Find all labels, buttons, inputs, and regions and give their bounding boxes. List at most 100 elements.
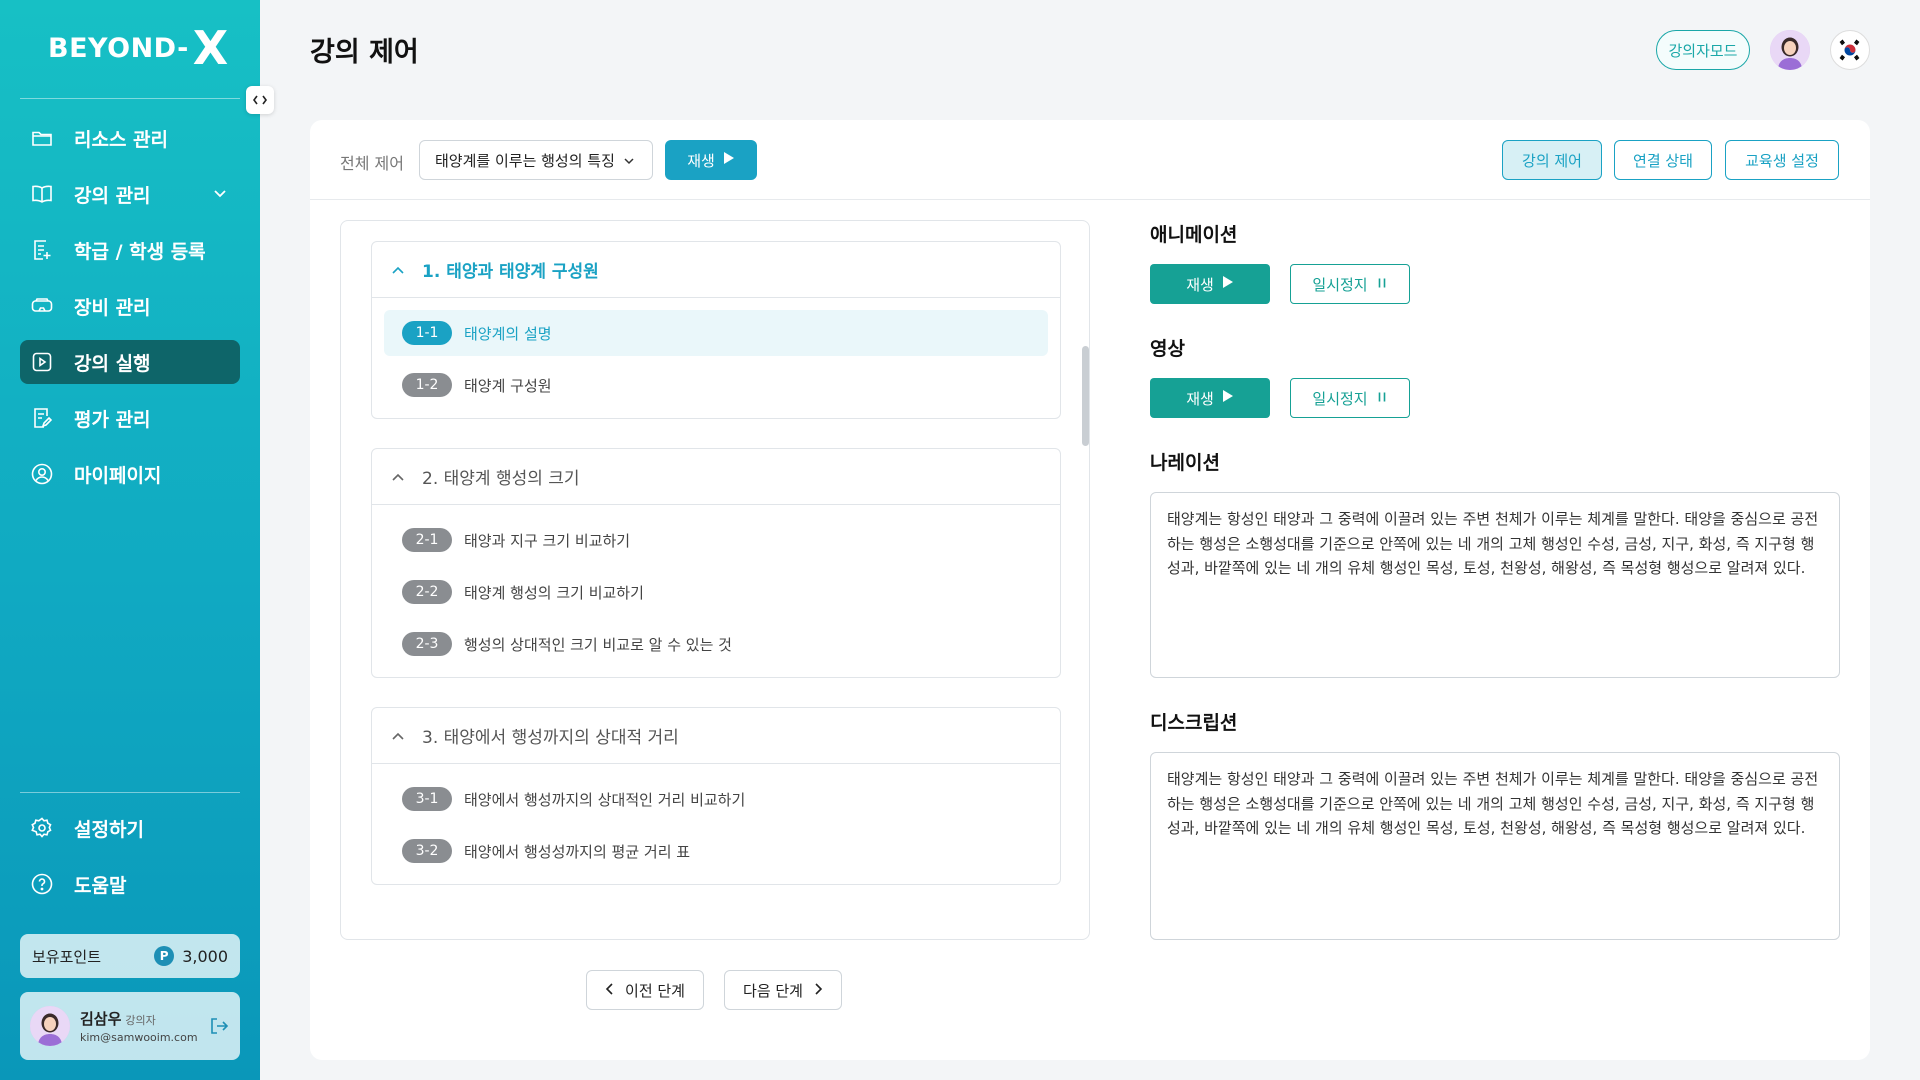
chevron-left-icon	[605, 981, 613, 999]
tab-trainee-settings[interactable]: 교육생 설정	[1725, 140, 1839, 180]
sidebar-divider	[20, 792, 240, 793]
play-all-label: 재생	[687, 151, 715, 170]
user-role: 강의자	[125, 1014, 156, 1027]
sidebar-item-resources[interactable]: 리소스 관리	[20, 116, 240, 160]
sidebar-item-equipment[interactable]: 장비 관리	[20, 284, 240, 328]
play-square-icon	[29, 349, 55, 375]
lesson-label: 태양계의 설명	[464, 324, 552, 343]
lesson-item[interactable]: 3-1 태양에서 행성까지의 상대적인 거리 비교하기	[384, 776, 1048, 822]
lesson-label: 태양에서 행성까지의 상대적인 거리 비교하기	[464, 790, 746, 809]
play-icon	[1222, 389, 1234, 407]
register-doc-icon	[29, 237, 55, 263]
code-arrows-icon	[253, 95, 267, 105]
sidebar-item-label: 도움말	[74, 874, 127, 897]
points-icon: P	[154, 946, 175, 966]
lesson-item[interactable]: 2-3 행성의 상대적인 크기 비교로 알 수 있는 것	[384, 621, 1048, 667]
next-step-button[interactable]: 다음 단계	[724, 970, 842, 1010]
chapter-header[interactable]: 1. 태양과 태양계 구성원	[372, 242, 1060, 298]
chevron-up-icon	[392, 470, 404, 484]
chapter-3: 3. 태양에서 행성까지의 상대적 거리 3-1 태양에서 행성까지의 상대적인…	[371, 707, 1061, 885]
logout-icon[interactable]	[208, 1015, 230, 1037]
animation-title: 애니메이션	[1150, 224, 1238, 246]
lesson-item[interactable]: 1-2 태양계 구성원	[384, 362, 1048, 408]
sidebar-item-settings[interactable]: 설정하기	[20, 806, 240, 850]
sidebar-item-label: 평가 관리	[74, 408, 151, 431]
sidebar-item-mypage[interactable]: 마이페이지	[20, 452, 240, 496]
video-play-label: 재생	[1186, 389, 1214, 408]
curriculum-scrollbar[interactable]	[1082, 346, 1089, 446]
lesson-label: 태양계 행성의 크기 비교하기	[464, 583, 644, 602]
video-play-button[interactable]: 재생	[1150, 378, 1270, 418]
control-label: 전체 제어	[340, 154, 404, 173]
play-all-button[interactable]: 재생	[665, 140, 757, 180]
lesson-label: 태양계 구성원	[464, 376, 552, 395]
pause-icon	[1376, 275, 1388, 293]
chevron-up-icon	[392, 263, 404, 277]
animation-pause-button[interactable]: 일시정지	[1290, 264, 1410, 304]
lesson-item[interactable]: 2-1 태양과 지구 크기 비교하기	[384, 517, 1048, 563]
lesson-number: 1-1	[402, 321, 452, 345]
chevron-down-icon	[622, 154, 636, 172]
lesson-label: 태양과 지구 크기 비교하기	[464, 531, 631, 550]
chapter-header[interactable]: 3. 태양에서 행성까지의 상대적 거리	[372, 708, 1060, 764]
sidebar-item-label: 강의 실행	[74, 352, 151, 375]
chapter-2: 2. 태양계 행성의 크기 2-1 태양과 지구 크기 비교하기 2-2 태양계…	[371, 448, 1061, 678]
sidebar-nav: 리소스 관리 강의 관리 학급 / 학생 등록 장비 관리 강의 실행 평가 관…	[20, 116, 240, 508]
lesson-label: 행성의 상대적인 크기 비교로 알 수 있는 것	[464, 635, 732, 654]
sidebar-toggle-button[interactable]	[246, 86, 274, 114]
chevron-down-icon[interactable]	[212, 184, 228, 206]
animation-play-button[interactable]: 재생	[1150, 264, 1270, 304]
next-step-label: 다음 단계	[743, 981, 803, 1000]
help-icon	[29, 871, 55, 897]
tab-connection-status[interactable]: 연결 상태	[1614, 140, 1712, 180]
curriculum-panel: 1. 태양과 태양계 구성원 1-1 태양계의 설명 1-2 태양계 구성원 2…	[340, 220, 1090, 940]
sidebar-item-label: 설정하기	[74, 818, 144, 841]
logo-text: BEYOND-	[48, 32, 189, 64]
tab-course-control[interactable]: 강의 제어	[1502, 140, 1602, 180]
prev-step-button[interactable]: 이전 단계	[586, 970, 704, 1010]
narration-textbox[interactable]: 태양계는 항성인 태양과 그 중력에 이끌려 있는 주변 천체가 이루는 체계를…	[1150, 492, 1840, 678]
avatar	[30, 1006, 70, 1046]
main-card: 전체 제어 태양계를 이루는 행성의 특징 재생 강의 제어 연결 상태 교육생…	[310, 120, 1870, 1060]
sidebar-item-courses[interactable]: 강의 관리	[20, 172, 240, 216]
lesson-number: 2-1	[402, 528, 452, 552]
lesson-label: 태양에서 행성성까지의 평균 거리 표	[464, 842, 691, 861]
video-pause-button[interactable]: 일시정지	[1290, 378, 1410, 418]
user-circle-icon	[29, 461, 55, 487]
video-pause-label: 일시정지	[1312, 389, 1368, 408]
instructor-mode-button[interactable]: 강의자모드	[1656, 30, 1750, 70]
chapter-1: 1. 태양과 태양계 구성원 1-1 태양계의 설명 1-2 태양계 구성원	[371, 241, 1061, 419]
header-avatar[interactable]	[1770, 30, 1810, 70]
chapter-title: 2. 태양계 행성의 크기	[422, 469, 580, 489]
description-textbox[interactable]: 태양계는 항성인 태양과 그 중력에 이끌려 있는 주변 천체가 이루는 체계를…	[1150, 752, 1840, 940]
sidebar-item-course-run[interactable]: 강의 실행	[20, 340, 240, 384]
chapter-title: 3. 태양에서 행성까지의 상대적 거리	[422, 728, 679, 748]
vr-headset-icon	[29, 293, 55, 319]
chapter-header[interactable]: 2. 태양계 행성의 크기	[372, 449, 1060, 505]
play-icon	[1222, 275, 1234, 293]
lesson-item[interactable]: 1-1 태양계의 설명	[384, 310, 1048, 356]
sidebar-item-help[interactable]: 도움말	[20, 862, 240, 906]
page-title: 강의 제어	[310, 37, 419, 68]
language-flag-icon[interactable]	[1830, 30, 1870, 70]
pause-icon	[1376, 389, 1388, 407]
lesson-select[interactable]: 태양계를 이루는 행성의 특징	[419, 140, 653, 180]
sidebar-item-evaluation[interactable]: 평가 관리	[20, 396, 240, 440]
lesson-select-value: 태양계를 이루는 행성의 특징	[435, 151, 615, 170]
book-icon	[29, 181, 55, 207]
logo[interactable]: BEYOND- X	[48, 21, 229, 75]
narration-title: 나레이션	[1150, 452, 1220, 474]
animation-pause-label: 일시정지	[1312, 275, 1368, 294]
user-info: 김삼우 강의자 kim@samwooim.com	[80, 1008, 198, 1044]
points-value: 3,000	[182, 946, 228, 966]
points-label: 보유포인트	[32, 947, 102, 966]
logo-mark: X	[192, 21, 229, 75]
sidebar-item-label: 리소스 관리	[74, 128, 169, 151]
sidebar-item-class-registration[interactable]: 학급 / 학생 등록	[20, 228, 240, 272]
points-card: 보유포인트 P 3,000	[20, 934, 240, 978]
lesson-item[interactable]: 2-2 태양계 행성의 크기 비교하기	[384, 569, 1048, 615]
user-card: 김삼우 강의자 kim@samwooim.com	[20, 992, 240, 1060]
lesson-number: 3-1	[402, 787, 452, 811]
lesson-item[interactable]: 3-2 태양에서 행성성까지의 평균 거리 표	[384, 828, 1048, 874]
chevron-up-icon	[392, 729, 404, 743]
